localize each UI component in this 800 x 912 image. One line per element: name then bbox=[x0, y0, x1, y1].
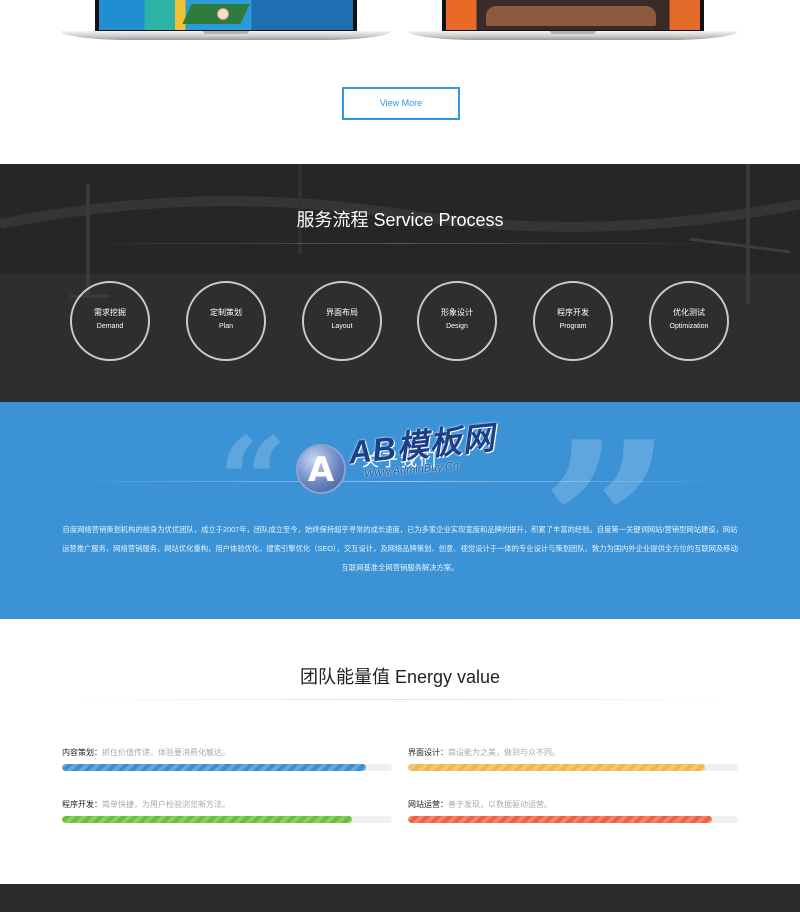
step-label-en: Optimization bbox=[669, 323, 709, 330]
skill-label: 程序开发：简单快捷，为用户检验浏览新方法。 bbox=[62, 800, 230, 809]
step-label-zh: 优化测试 bbox=[673, 308, 705, 317]
skill-label: 网站运营：善于发现，以数据驱动运营。 bbox=[408, 800, 552, 809]
showcase-section: View More bbox=[0, 0, 800, 164]
skill-site-operation: 网站运营：善于发现，以数据驱动运营。 bbox=[408, 798, 738, 823]
step-label-en: Program bbox=[559, 323, 587, 330]
section-title: 团队能量值 Energy value bbox=[299, 667, 501, 687]
progress-track bbox=[408, 816, 738, 823]
skill-content-planning: 内容策划：抓住价值传递，体验要消费化触达。 bbox=[62, 746, 392, 771]
laptop-notch bbox=[203, 31, 249, 34]
skill-label: 界面设计：简设能为之美，做到与众不同。 bbox=[408, 748, 560, 757]
view-more-button[interactable]: View More bbox=[342, 87, 460, 120]
footer-bar bbox=[0, 884, 800, 912]
progress-fill bbox=[408, 764, 705, 771]
progress-track bbox=[408, 764, 738, 771]
progress-fill bbox=[62, 816, 353, 823]
progress-track bbox=[62, 764, 392, 771]
title-divider bbox=[62, 243, 738, 244]
screen-image bbox=[446, 0, 700, 30]
title-divider bbox=[62, 699, 738, 700]
step-label-zh: 界面布局 bbox=[326, 308, 358, 317]
laptop-screen bbox=[95, 0, 357, 33]
process-step-design[interactable]: 形象设计 Design bbox=[417, 281, 497, 361]
step-label-en: Plan bbox=[218, 323, 233, 330]
skill-label: 内容策划：抓住价值传递，体验要消费化触达。 bbox=[62, 748, 230, 757]
skill-program-development: 程序开发：简单快捷，为用户检验浏览新方法。 bbox=[62, 798, 392, 823]
energy-section: 团队能量值 Energy value 内容策划：抓住价值传递，体验要消费化触达。… bbox=[0, 619, 800, 884]
process-step-demand[interactable]: 需求挖掘 Demand bbox=[70, 281, 150, 361]
step-label-en: Layout bbox=[331, 323, 353, 330]
step-label-zh: 程序开发 bbox=[557, 308, 589, 317]
progress-fill bbox=[62, 764, 366, 771]
process-step-layout[interactable]: 界面布局 Layout bbox=[302, 281, 382, 361]
close-quote-icon: ” bbox=[540, 402, 673, 619]
watermark-logo: A AB模板网 Www.AdminBuy.Cn bbox=[296, 414, 512, 502]
process-step-plan[interactable]: 定制策划 Plan bbox=[186, 281, 266, 361]
screen-image bbox=[99, 0, 353, 30]
watermark-badge: A bbox=[296, 444, 346, 494]
section-title: 服务流程 Service Process bbox=[296, 210, 504, 230]
step-label-en: Demand bbox=[96, 323, 124, 330]
process-step-program[interactable]: 程序开发 Program bbox=[533, 281, 613, 361]
step-label-zh: 形象设计 bbox=[441, 308, 473, 317]
about-section: “ ” 关于我们 A AB模板网 Www.AdminBuy.Cn 自度网络营销策… bbox=[0, 402, 800, 619]
process-step-optimization[interactable]: 优化测试 Optimization bbox=[649, 281, 729, 361]
service-process-section: 服务流程 Service Process 需求挖掘 Demand 定制策划 Pl… bbox=[0, 164, 800, 402]
progress-fill bbox=[408, 816, 712, 823]
progress-track bbox=[62, 816, 392, 823]
step-label-zh: 定制策划 bbox=[210, 308, 242, 317]
laptop-screen bbox=[442, 0, 704, 33]
about-description: 自度网络营销策划机构的前身为优优团队，成立于2007年，团队成立至今，始终保持超… bbox=[62, 525, 738, 572]
laptop-notch bbox=[550, 31, 596, 34]
skill-ui-design: 界面设计：简设能为之美，做到与众不同。 bbox=[408, 746, 738, 771]
step-label-zh: 需求挖掘 bbox=[94, 308, 126, 317]
step-label-en: Design bbox=[446, 323, 468, 330]
